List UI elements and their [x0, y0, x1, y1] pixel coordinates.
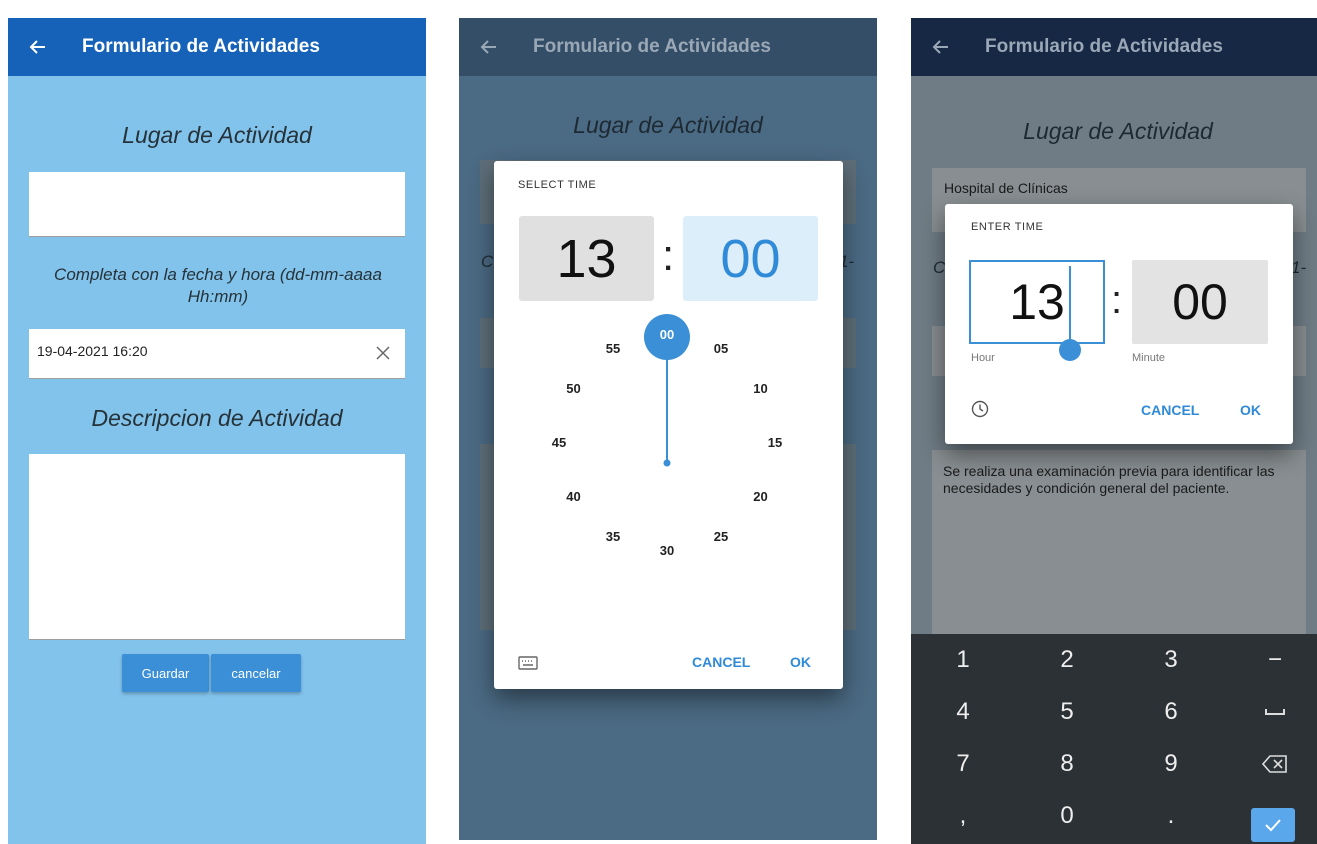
dialog-title: ENTER TIME — [971, 221, 1044, 233]
place-input[interactable] — [29, 172, 405, 237]
key-period[interactable]: . — [1119, 790, 1223, 842]
app-title: Formulario de Actividades — [82, 36, 320, 57]
dialog-title: SELECT TIME — [518, 179, 597, 191]
description-heading: Descripcion de Actividad — [91, 405, 343, 431]
app-bar: Formulario de Actividades — [8, 18, 426, 76]
minute-display[interactable]: 00 — [683, 216, 818, 301]
place-value: Hospital de Clínicas — [944, 180, 1068, 196]
clock-picker-screen: Formulario de Actividades Lugar de Activ… — [459, 18, 877, 840]
key-0[interactable]: 0 — [1015, 790, 1119, 842]
clock-icon[interactable] — [971, 400, 989, 418]
app-bar: Formulario de Actividades — [911, 18, 1317, 76]
place-heading: Lugar de Actividad — [1023, 118, 1213, 144]
dial-minute-30[interactable]: 30 — [652, 541, 682, 561]
app-bar: Formulario de Actividades — [459, 18, 877, 76]
save-button[interactable]: Guardar — [122, 654, 209, 692]
dial-minute-05[interactable]: 05 — [706, 339, 736, 359]
key-8[interactable]: 8 — [1015, 738, 1119, 790]
dimmed-text-fragment: C — [933, 258, 946, 277]
key-1[interactable]: 1 — [911, 634, 1015, 686]
key-3[interactable]: 3 — [1119, 634, 1223, 686]
time-input-screen: Formulario de Actividades Lugar de Activ… — [911, 18, 1317, 844]
dial-minute-20[interactable]: 20 — [746, 487, 776, 507]
check-icon[interactable] — [1251, 808, 1295, 842]
key-9[interactable]: 9 — [1119, 738, 1223, 790]
key-4[interactable]: 4 — [911, 686, 1015, 738]
back-arrow-icon[interactable] — [26, 36, 48, 58]
time-picker-dialog: SELECT TIME 13 : 00 00 05 10 15 20 25 30 35 40 45… — [494, 161, 843, 689]
cancel-button[interactable]: CANCEL — [692, 654, 750, 670]
hour-label: Hour — [971, 352, 995, 364]
minute-label: Minute — [1132, 352, 1166, 364]
hour-display[interactable]: 13 — [519, 216, 654, 301]
dial-minute-45[interactable]: 45 — [544, 433, 574, 453]
keyboard-icon[interactable] — [518, 656, 538, 670]
dial-minute-10[interactable]: 10 — [746, 379, 776, 399]
time-input-dialog: ENTER TIME 13 : 00 Hour Minute CANCEL OK — [945, 204, 1293, 444]
dimmed-text-fragment: 1- — [1291, 258, 1307, 277]
space-icon[interactable] — [1223, 686, 1317, 738]
key-2[interactable]: 2 — [1015, 634, 1119, 686]
place-heading: Lugar de Actividad — [122, 122, 312, 148]
key-5[interactable]: 5 — [1015, 686, 1119, 738]
description-value: Se realiza una examinación previa para i… — [943, 463, 1275, 496]
ok-button[interactable]: OK — [790, 654, 811, 670]
dial-minute-35[interactable]: 35 — [598, 527, 628, 547]
app-title: Formulario de Actividades — [985, 36, 1223, 57]
time-separator: : — [662, 231, 675, 280]
dial-minute-50[interactable]: 50 — [558, 379, 588, 399]
dial-minute-00[interactable]: 00 — [652, 325, 682, 345]
key-minus[interactable]: − — [1223, 634, 1317, 686]
close-icon[interactable] — [375, 345, 391, 361]
ok-button[interactable]: OK — [1240, 402, 1261, 418]
dial-hand — [644, 314, 690, 467]
date-heading: Completa con la fecha y hora (dd-mm-aaaa… — [54, 265, 382, 306]
place-heading: Lugar de Actividad — [573, 112, 763, 138]
backspace-icon[interactable] — [1223, 738, 1317, 790]
numeric-keyboard: 1 2 3− 4 5 6 7 8 9, 0. — [911, 634, 1317, 844]
time-separator: : — [1111, 278, 1123, 322]
key-6[interactable]: 6 — [1119, 686, 1223, 738]
date-input-value: 19-04-2021 16:20 — [37, 343, 148, 359]
back-arrow-icon — [929, 36, 951, 58]
cancel-button[interactable]: CANCEL — [1141, 402, 1199, 418]
dial-minute-40[interactable]: 40 — [558, 487, 588, 507]
dial-minute-15[interactable]: 15 — [760, 433, 790, 453]
dial-minute-55[interactable]: 55 — [598, 339, 628, 359]
description-input[interactable] — [29, 454, 405, 640]
app-title: Formulario de Actividades — [533, 36, 771, 57]
minute-input[interactable]: 00 — [1132, 260, 1268, 344]
minute-dial[interactable]: 00 05 10 15 20 25 30 35 40 45 50 55 — [537, 313, 797, 573]
form-screen: Formulario de Actividades Lugar de Activ… — [8, 18, 426, 844]
dial-minute-25[interactable]: 25 — [706, 527, 736, 547]
back-arrow-icon — [477, 36, 499, 58]
key-comma[interactable]: , — [911, 790, 1015, 842]
key-7[interactable]: 7 — [911, 738, 1015, 790]
date-input[interactable]: 19-04-2021 16:20 — [29, 329, 405, 379]
cancel-button[interactable]: cancelar — [211, 654, 301, 692]
text-cursor-handle[interactable] — [1055, 264, 1085, 364]
dimmed-text-fragment: C — [481, 252, 494, 271]
